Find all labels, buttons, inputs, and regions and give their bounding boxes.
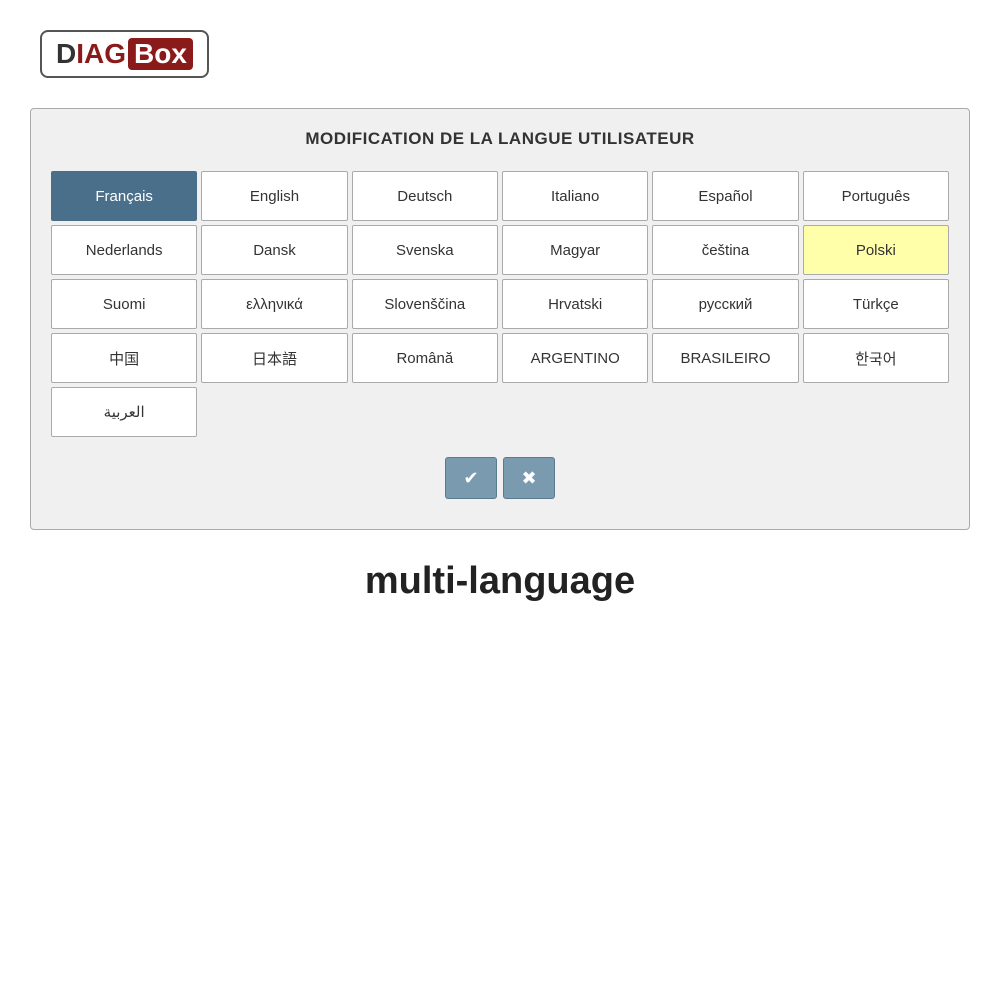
lang-btn-turkce[interactable]: Türkçe bbox=[803, 279, 949, 329]
lang-btn-arabic[interactable]: العربية bbox=[51, 387, 197, 437]
lang-btn-deutsch[interactable]: Deutsch bbox=[352, 171, 498, 221]
lang-btn-dansk[interactable]: Dansk bbox=[201, 225, 347, 275]
lang-btn-russian[interactable]: русский bbox=[652, 279, 798, 329]
lang-btn-ellhnika[interactable]: ελληνικά bbox=[201, 279, 347, 329]
lang-btn-portugues[interactable]: Português bbox=[803, 171, 949, 221]
action-bar: ✔ ✖ bbox=[51, 457, 949, 499]
lang-btn-romana[interactable]: Română bbox=[352, 333, 498, 383]
lang-btn-italiano[interactable]: Italiano bbox=[502, 171, 648, 221]
lang-btn-chinese[interactable]: 中国 bbox=[51, 333, 197, 383]
lang-btn-nederlands[interactable]: Nederlands bbox=[51, 225, 197, 275]
lang-btn-hrvatski[interactable]: Hrvatski bbox=[502, 279, 648, 329]
lang-btn-magyar[interactable]: Magyar bbox=[502, 225, 648, 275]
lang-btn-svenska[interactable]: Svenska bbox=[352, 225, 498, 275]
lang-btn-suomi[interactable]: Suomi bbox=[51, 279, 197, 329]
lang-btn-cestina[interactable]: čeština bbox=[652, 225, 798, 275]
lang-btn-espanol[interactable]: Español bbox=[652, 171, 798, 221]
confirm-button[interactable]: ✔ bbox=[445, 457, 497, 499]
lang-btn-korean[interactable]: 한국어 bbox=[803, 333, 949, 383]
lang-btn-japanese[interactable]: 日本語 bbox=[201, 333, 347, 383]
language-dialog: MODIFICATION DE LA LANGUE UTILISATEUR Fr… bbox=[30, 108, 970, 530]
diagbox-logo: DIAG Box bbox=[40, 30, 209, 78]
language-grid: FrançaisEnglishDeutschItalianoEspañolPor… bbox=[51, 171, 949, 437]
lang-btn-polski[interactable]: Polski bbox=[803, 225, 949, 275]
dialog-title: MODIFICATION DE LA LANGUE UTILISATEUR bbox=[51, 129, 949, 149]
lang-btn-english[interactable]: English bbox=[201, 171, 347, 221]
cancel-button[interactable]: ✖ bbox=[503, 457, 555, 499]
logo-box-text: Box bbox=[128, 38, 193, 70]
lang-btn-brasileiro[interactable]: BRASILEIRO bbox=[652, 333, 798, 383]
lang-btn-argentino[interactable]: ARGENTINO bbox=[502, 333, 648, 383]
logo-area: DIAG Box bbox=[0, 0, 1000, 98]
lang-btn-slovenscina[interactable]: Slovenščina bbox=[352, 279, 498, 329]
logo-diag-text: DIAG bbox=[56, 38, 126, 70]
lang-btn-francais[interactable]: Français bbox=[51, 171, 197, 221]
footer-text: multi-language bbox=[0, 560, 1000, 603]
